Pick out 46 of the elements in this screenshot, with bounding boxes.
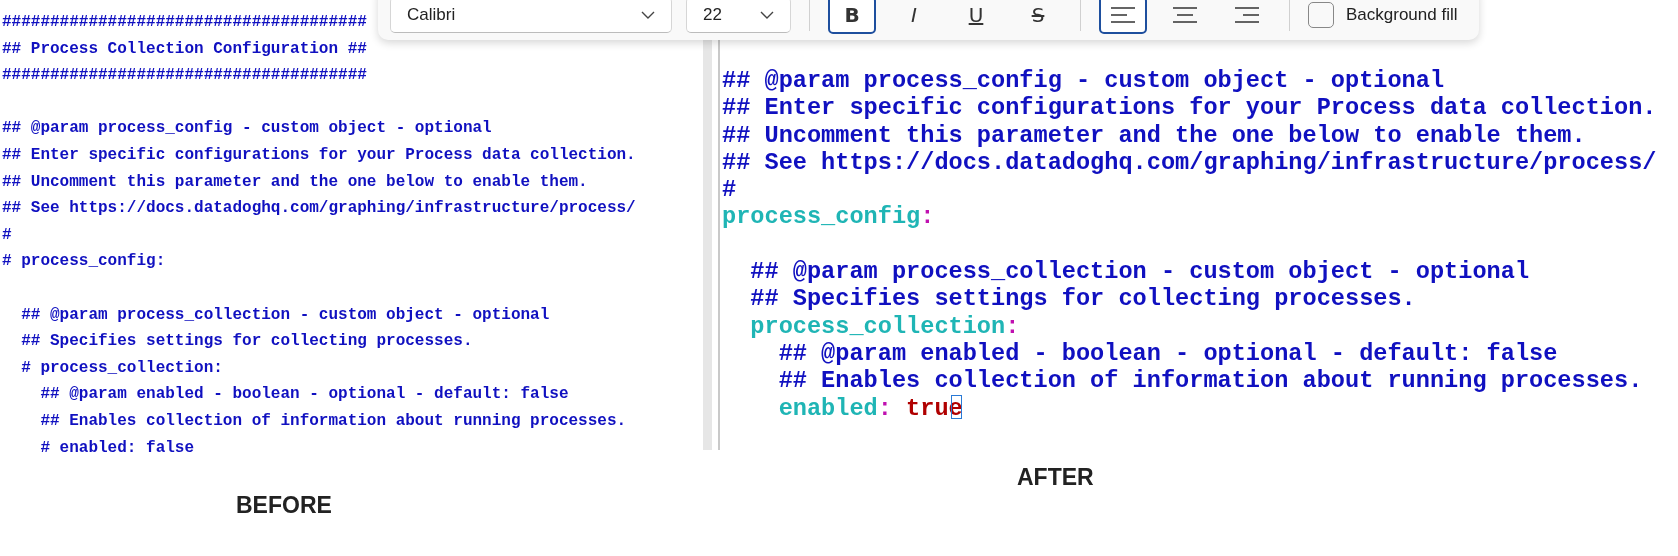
bold-button[interactable]: B <box>828 0 876 34</box>
code-comment: ## @param process_collection - custom object - optional <box>20 304 550 326</box>
italic-button[interactable]: I <box>890 0 938 34</box>
code-comment: ## Enter specific configurations for your Process data collection. <box>2 144 636 166</box>
caption: AFTER <box>1017 464 1094 491</box>
code-comment: ## See https://docs.datadoghq.com/graphing/infrastructure/process/ <box>722 148 1657 177</box>
code-comment: # process_config: <box>2 251 166 273</box>
font-dropdown[interactable]: Calibri <box>390 0 672 33</box>
align-left-icon <box>1110 6 1136 24</box>
code-comment: ###################################### <box>2 12 367 33</box>
code-comment: ## @param enabled - boolean - optional - default: false <box>39 384 569 406</box>
code-comment: # enabled: false <box>39 437 195 459</box>
code-comment: ## Enables collection of information about running processes. <box>39 410 627 432</box>
code-comment: ## Specifies settings for collecting processes. <box>749 285 1416 313</box>
code-comment: ## @param process_config - custom object - optional <box>722 67 1445 95</box>
code-comment: # process_collection: <box>20 357 223 379</box>
code-comment: ## @param enabled - boolean - optional - default: false <box>777 339 1558 368</box>
key-colon: : <box>877 394 892 422</box>
align-right-icon <box>1234 6 1260 24</box>
yaml-key: process_collection <box>722 312 1006 340</box>
checkbox-box[interactable] <box>1308 2 1334 28</box>
strikethrough-button[interactable]: S <box>1014 0 1062 34</box>
code-comment: ## Specifies settings for collecting processes. <box>20 331 473 353</box>
yaml-key: process_config <box>722 203 921 231</box>
code-comment: ## Uncomment this parameter and the one below to enable them. <box>2 171 588 193</box>
code-comment: # <box>722 176 737 204</box>
caption: BEFORE <box>236 492 332 519</box>
code-comment: ## Process Collection Configuration ## <box>2 38 367 60</box>
font-size-dropdown[interactable]: 22 <box>686 0 791 33</box>
code-comment: ###################################### <box>2 65 367 87</box>
code-comment: ## See https://docs.datadoghq.com/graphing/infrastructure/process/ <box>2 198 636 220</box>
code-comment: ## @param process_collection - custom object - optional <box>749 258 1530 286</box>
background-fill-checkbox[interactable]: Background fill <box>1308 2 1458 28</box>
key-colon: : <box>1005 312 1020 340</box>
code-comment: ## Enter specific configurations for your Process data collection. <box>722 94 1657 122</box>
chevron-down-icon <box>760 11 774 19</box>
code-comment: # <box>2 224 12 246</box>
underline-button[interactable]: U <box>952 0 1000 34</box>
align-center-icon <box>1172 6 1198 24</box>
chevron-down-icon <box>641 11 655 19</box>
key-colon: : <box>920 203 935 231</box>
code-comment: ## Uncomment this parameter and the one below to enable them. <box>722 121 1586 149</box>
align-left-button[interactable] <box>1099 0 1147 34</box>
code-comment: ## @param process_config - custom object - optional <box>2 118 492 140</box>
code-comment: ## Enables collection of information about running processes. <box>777 367 1643 395</box>
yaml-key: enabled <box>722 394 878 422</box>
